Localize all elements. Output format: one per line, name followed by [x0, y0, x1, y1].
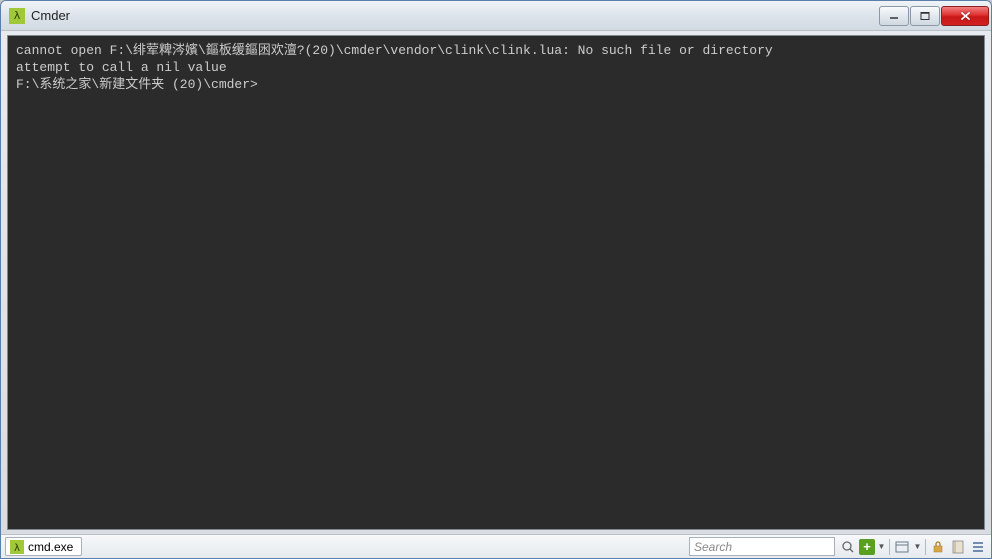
search-icon[interactable] — [839, 538, 857, 556]
terminal-container: cannot open F:\绯荤粺涔嬪\鏂板缓鏂囦欢澶?(20)\cmder\… — [7, 35, 985, 530]
separator — [889, 539, 890, 555]
window-list-icon[interactable] — [893, 538, 911, 556]
search-input[interactable] — [689, 537, 835, 556]
menu-icon[interactable] — [969, 538, 987, 556]
minimize-button[interactable] — [879, 6, 909, 26]
terminal-line: cannot open F:\绯荤粺涔嬪\鏂板缓鏂囦欢澶?(20)\cmder\… — [16, 43, 773, 58]
maximize-button[interactable] — [910, 6, 940, 26]
tab-label: cmd.exe — [28, 540, 73, 554]
app-icon: λ — [9, 8, 25, 24]
window-controls — [879, 6, 989, 26]
window-title: Cmder — [31, 8, 879, 23]
close-button[interactable] — [941, 6, 989, 26]
terminal-prompt: F:\系统之家\新建文件夹 (20)\cmder> — [16, 77, 258, 92]
lambda-icon: λ — [14, 9, 21, 22]
app-window: λ Cmder cannot open F:\绯荤粺涔嬪\鏂板缓鏂囦欢澶?(20… — [0, 0, 992, 559]
tab-icon: λ — [10, 540, 24, 554]
new-tab-button[interactable]: + — [859, 539, 875, 555]
console-tab[interactable]: λ cmd.exe — [5, 537, 82, 556]
notebook-icon[interactable] — [949, 538, 967, 556]
statusbar: λ cmd.exe + ▼ ▼ — [1, 534, 991, 558]
terminal-line: attempt to call a nil value — [16, 60, 227, 75]
lock-icon[interactable] — [929, 538, 947, 556]
separator — [925, 539, 926, 555]
statusbar-controls: + ▼ ▼ — [839, 538, 987, 556]
titlebar[interactable]: λ Cmder — [1, 1, 991, 31]
new-tab-dropdown[interactable]: ▼ — [877, 538, 886, 556]
window-list-dropdown[interactable]: ▼ — [913, 538, 922, 556]
svg-text:λ: λ — [14, 543, 20, 554]
terminal-output[interactable]: cannot open F:\绯荤粺涔嬪\鏂板缓鏂囦欢澶?(20)\cmder\… — [8, 36, 984, 529]
